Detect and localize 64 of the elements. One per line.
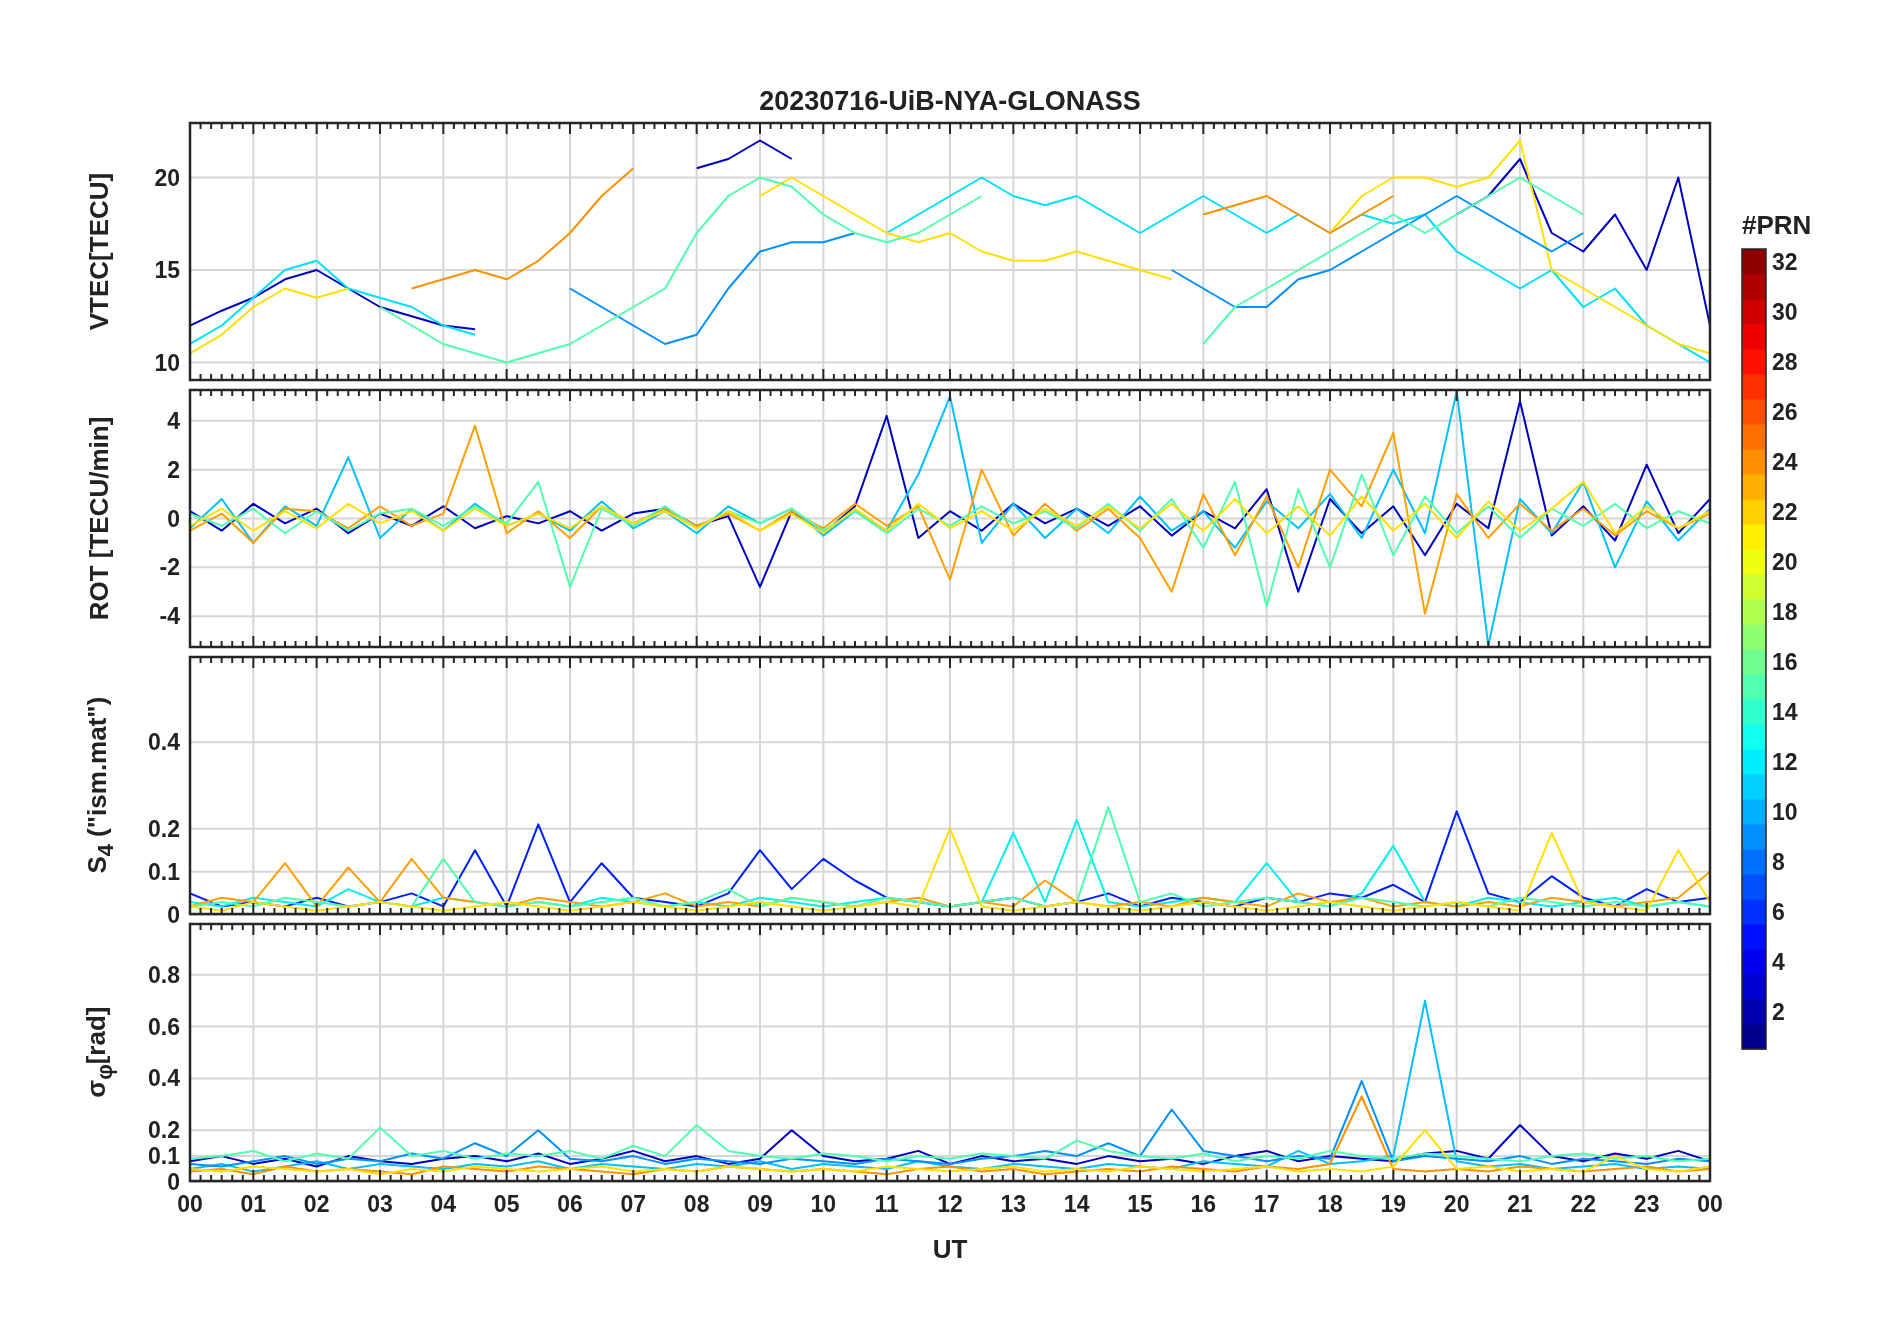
x-tick-label: 06 <box>557 1191 583 1217</box>
x-tick-label: 18 <box>1317 1191 1343 1217</box>
x-tick-label: 20 <box>1443 1191 1470 1217</box>
colorbar-tick-label: 8 <box>1772 848 1785 875</box>
x-tick-label: 03 <box>367 1191 393 1217</box>
x-tick-label: 12 <box>937 1191 963 1217</box>
y-tick-label: 0.2 <box>148 1117 180 1144</box>
x-tick-label: 15 <box>1127 1191 1153 1217</box>
x-tick-label: 00 <box>1697 1191 1723 1217</box>
x-tick-label: 13 <box>1000 1191 1027 1217</box>
colorbar-tick-label: 6 <box>1772 898 1785 925</box>
y-tick-label: -4 <box>159 603 180 630</box>
x-tick-label: 04 <box>430 1191 457 1217</box>
colorbar-tick-label: 28 <box>1772 348 1798 375</box>
y-tick-label: -2 <box>159 554 180 581</box>
y-tick-label: 20 <box>154 164 180 191</box>
y-tick-label: 0 <box>167 505 180 532</box>
colorbar-tick-label: 18 <box>1772 598 1798 625</box>
chart-title: 20230716-UiB-NYA-GLONASS <box>759 86 1141 116</box>
x-tick-label: 23 <box>1633 1191 1660 1217</box>
colorbar-tick-label: 4 <box>1772 948 1785 975</box>
colorbar-tick-label: 14 <box>1772 698 1798 725</box>
colorbar-tick-label: 26 <box>1772 398 1798 425</box>
x-tick-label: 05 <box>493 1191 520 1217</box>
x-tick-label: 10 <box>810 1191 837 1217</box>
y-tick-label: 0.1 <box>148 858 180 885</box>
colorbar-tick-label: 20 <box>1772 548 1798 575</box>
x-axis-label: UT <box>932 1234 968 1264</box>
y-tick-label: 15 <box>154 257 180 283</box>
y-axis-label: VTEC[TECU] <box>84 172 116 331</box>
x-tick-label: 09 <box>747 1191 773 1217</box>
x-tick-label: 07 <box>620 1191 647 1217</box>
colorbar-tick-label: 10 <box>1772 798 1798 825</box>
x-tick-label: 08 <box>683 1191 710 1217</box>
x-tick-label: 22 <box>1570 1191 1597 1217</box>
y-tick-label: 10 <box>154 349 180 376</box>
x-tick-label: 14 <box>1063 1191 1090 1217</box>
x-tick-label: 21 <box>1507 1191 1533 1217</box>
y-tick-label: 0 <box>167 1169 180 1195</box>
y-axis-label: ROT [TECU/min] <box>84 416 116 621</box>
y-tick-label: 4 <box>167 407 180 434</box>
colorbar-tick-label: 24 <box>1772 448 1798 475</box>
y-tick-label: 0.8 <box>148 961 180 988</box>
colorbar-tick-label: 22 <box>1772 498 1798 525</box>
x-tick-label: 00 <box>177 1191 203 1217</box>
x-tick-label: 16 <box>1190 1191 1217 1217</box>
x-tick-label: 11 <box>874 1191 899 1217</box>
x-tick-label: 19 <box>1380 1191 1407 1217</box>
x-tick-label: 02 <box>303 1191 330 1217</box>
x-tick-label: 17 <box>1253 1191 1280 1217</box>
y-tick-label: 2 <box>167 456 180 483</box>
colorbar-tick-label: 12 <box>1772 748 1798 775</box>
colorbar-tick-label: 2 <box>1772 998 1785 1025</box>
x-tick-label: 01 <box>240 1191 267 1217</box>
y-tick-label: 0.4 <box>148 1065 180 1092</box>
colorbar-tick-label: 30 <box>1772 298 1798 325</box>
colorbar-tick-label: 16 <box>1772 648 1798 675</box>
colorbar-tick-label: 32 <box>1772 248 1798 275</box>
y-tick-label: 0.1 <box>148 1143 180 1170</box>
y-tick-label: 0.6 <box>148 1013 180 1040</box>
y-tick-label: 0 <box>167 902 180 928</box>
y-tick-label: 0.4 <box>148 729 180 756</box>
y-tick-label: 0.2 <box>148 815 180 842</box>
colorbar-title: #PRN <box>1742 210 1813 241</box>
